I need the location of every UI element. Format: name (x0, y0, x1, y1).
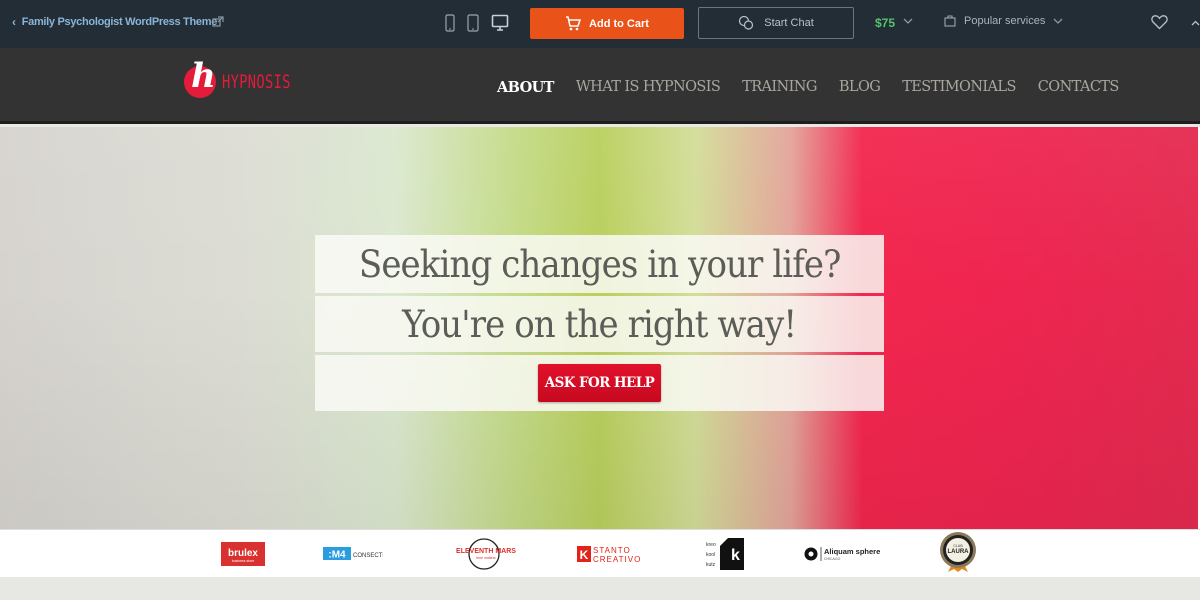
hero-cta-band: ASK FOR HELP (315, 355, 884, 411)
nav-item-contacts[interactable]: CONTACTS (1038, 79, 1120, 96)
logo-mark: h (184, 59, 216, 98)
svg-text:k: k (731, 547, 740, 564)
theme-title: Family Psychologist WordPress Theme (21, 16, 218, 28)
site-header: h HYPNOSIS ABOUT WHAT IS HYPNOSIS TRAINI… (0, 48, 1200, 124)
add-to-cart-label: Add to Cart (589, 17, 649, 30)
start-chat-button[interactable]: Start Chat (698, 7, 854, 39)
svg-text:kool: kool (706, 552, 715, 558)
shopping-bag-icon (944, 15, 956, 27)
mobile-icon[interactable] (445, 14, 455, 32)
nav-item-blog[interactable]: BLOG (839, 79, 881, 96)
hero-headline-2: You're on the right way! (402, 302, 798, 346)
page-section-below (0, 577, 1200, 600)
cart-icon (566, 16, 582, 31)
back-to-theme-link[interactable]: ‹ Family Psychologist WordPress Theme (12, 15, 217, 29)
svg-text:time matters: time matters (476, 556, 496, 560)
partner-logo-kreo-kool-kutz[interactable]: kreo kool kutz k (706, 536, 746, 572)
price-label[interactable]: $75 (875, 16, 895, 30)
tablet-icon[interactable] (467, 14, 479, 32)
chevron-up-icon[interactable] (1191, 20, 1200, 27)
preview-toolbar: ‹ Family Psychologist WordPress Theme Ad… (0, 0, 1200, 48)
svg-text:ELEVENTH MARS: ELEVENTH MARS (456, 548, 516, 555)
popular-services-dropdown[interactable]: Popular services (944, 15, 1063, 27)
hero-headline-band: You're on the right way! (315, 296, 884, 352)
svg-text:brulex: brulex (228, 548, 258, 559)
svg-text:CONSECTETUR: CONSECTETUR (353, 553, 383, 559)
partner-logo-aliquam-sphere[interactable]: Aliquam sphere CHICAGO (804, 536, 880, 572)
partner-logos-strip: brulex business store :M4 CONSECTETUR EL… (0, 529, 1200, 577)
chevron-down-icon (1053, 18, 1063, 24)
desktop-icon[interactable] (491, 14, 509, 32)
svg-text:CLUB: CLUB (953, 544, 963, 548)
add-to-cart-button[interactable]: Add to Cart (530, 8, 684, 39)
svg-text:business store: business store (232, 559, 255, 563)
svg-text:Aliquam sphere: Aliquam sphere (824, 547, 880, 556)
main-nav: ABOUT WHAT IS HYPNOSIS TRAINING BLOG TES… (497, 79, 1141, 96)
chevron-left-icon: ‹ (12, 15, 16, 29)
svg-text:CREATIVO: CREATIVO (593, 555, 641, 564)
partner-logo-m4[interactable]: :M4 CONSECTETUR (323, 536, 383, 572)
logo-text: HYPNOSIS (222, 71, 291, 93)
partner-logo-stanto-creativo[interactable]: K STANTO CREATIVO (577, 536, 649, 572)
svg-text:K: K (580, 548, 589, 562)
nav-item-what-is-hypnosis[interactable]: WHAT IS HYPNOSIS (576, 79, 721, 96)
chevron-down-icon[interactable] (903, 17, 913, 25)
hero-headline-1: Seeking changes in your life? (358, 242, 841, 286)
svg-text:LAURA: LAURA (948, 549, 970, 555)
hero-headline-band: Seeking changes in your life? (315, 235, 884, 293)
start-chat-label: Start Chat (764, 17, 814, 29)
nav-item-about[interactable]: ABOUT (497, 79, 554, 96)
external-link-icon[interactable] (212, 16, 224, 28)
svg-text::M4: :M4 (328, 550, 346, 561)
chat-icon (739, 15, 754, 30)
svg-text:STANTO: STANTO (593, 546, 631, 555)
nav-item-testimonials[interactable]: TESTIMONIALS (902, 79, 1016, 96)
nav-item-training[interactable]: TRAINING (742, 79, 817, 96)
svg-text:kutz: kutz (706, 562, 716, 568)
svg-text:kreo: kreo (706, 542, 716, 548)
svg-text:CHICAGO: CHICAGO (824, 557, 841, 561)
ask-for-help-button[interactable]: ASK FOR HELP (538, 364, 661, 402)
partner-logo-eleventh-mars[interactable]: ELEVENTH MARS time matters (453, 536, 519, 572)
heart-icon[interactable] (1151, 14, 1168, 30)
partner-logo-club-laura[interactable]: CLUB LAURA (937, 532, 979, 572)
partner-logo-brulex[interactable]: brulex business store (221, 536, 265, 572)
site-logo[interactable]: h HYPNOSIS (184, 59, 318, 98)
popular-services-label: Popular services (964, 15, 1046, 27)
